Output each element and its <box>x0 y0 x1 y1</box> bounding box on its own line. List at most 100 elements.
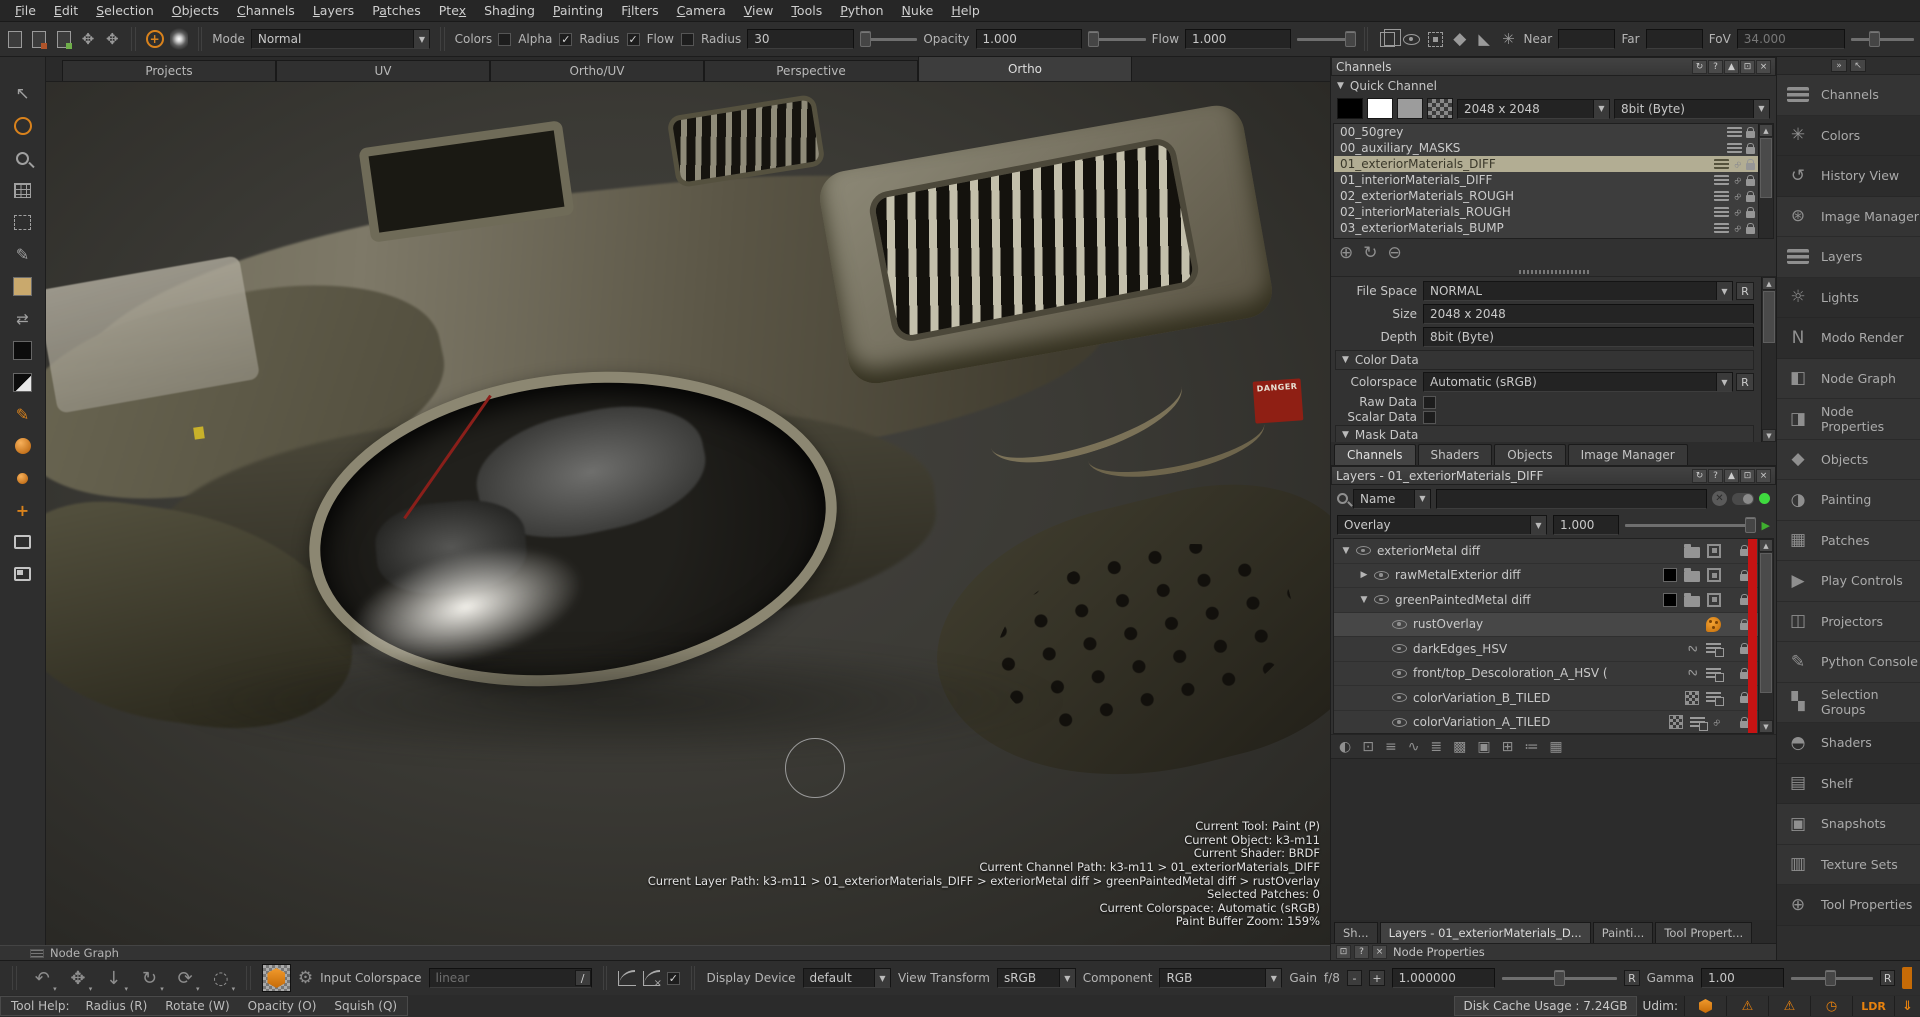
close-icon[interactable]: × <box>1372 945 1387 959</box>
black-swatch[interactable] <box>1337 98 1363 119</box>
layer-row[interactable]: front/top_Descoloration_A_HSV (∿ <box>1334 662 1773 687</box>
colorspace-picker-icon[interactable]: ∕ <box>575 970 591 986</box>
menu-view[interactable]: View <box>735 1 783 20</box>
fov-field[interactable]: 34.000 <box>1737 29 1845 49</box>
menu-channels[interactable]: Channels <box>228 1 304 20</box>
form-scrollbar[interactable]: ▲▼ <box>1761 277 1776 442</box>
background-color-swatch[interactable] <box>6 335 40 365</box>
scroll-thumb[interactable] <box>1760 138 1772 198</box>
gamma-reset-button[interactable]: R <box>1880 970 1895 986</box>
collapse-icon[interactable]: ▲ <box>1724 469 1739 483</box>
channel-row[interactable]: 02_interiorMaterials_ROUGH∞ <box>1334 204 1773 220</box>
sidebar-item-channels[interactable]: Channels <box>1777 75 1920 116</box>
gain-reset-button[interactable]: R <box>1624 970 1639 986</box>
scroll-down-icon[interactable]: ▼ <box>1759 720 1773 733</box>
sidebar-item-shelf[interactable]: ▤Shelf <box>1777 764 1920 805</box>
slider-thumb[interactable] <box>1088 31 1099 47</box>
input-colorspace-field[interactable]: linear∕ <box>429 968 592 988</box>
sidebar-item-patches[interactable]: ▦Patches <box>1777 521 1920 562</box>
quick-channel-size-dropdown[interactable]: 2048 x 2048▼ <box>1457 99 1610 119</box>
foreground-color-swatch[interactable] <box>6 271 40 301</box>
curve-lut-icon[interactable] <box>618 971 635 986</box>
channel-row[interactable]: 01_interiorMaterials_DIFF∞ <box>1334 172 1773 188</box>
checkbox-alpha-0[interactable] <box>498 33 511 46</box>
curve-disable-icon[interactable] <box>643 971 660 986</box>
lock-icon[interactable] <box>1746 163 1755 170</box>
view-tab-ortho-uv[interactable]: Ortho/UV <box>490 60 704 81</box>
pin-cursor-icon[interactable]: ↖ <box>1850 59 1866 72</box>
view-tab-uv[interactable]: UV <box>276 60 490 81</box>
slider-thumb[interactable] <box>860 31 871 47</box>
gamma-field[interactable]: 1.00 <box>1701 968 1784 988</box>
eye-icon[interactable] <box>1392 718 1407 727</box>
layer-list-scrollbar[interactable]: ▲▼ <box>1758 539 1773 733</box>
eye-icon[interactable] <box>1392 620 1407 629</box>
sync-channel-button[interactable]: ↻ <box>1363 243 1377 263</box>
layer-row[interactable]: ▼exteriorMetal diff <box>1334 539 1773 564</box>
menu-python[interactable]: Python <box>831 1 892 20</box>
sidebar-item-snapshots[interactable]: ▣Snapshots <box>1777 804 1920 845</box>
pan-view-button[interactable]: ✥ <box>64 965 93 991</box>
bottom-tab[interactable]: Tool Propert... <box>1655 922 1752 943</box>
cache-warning-icon[interactable]: ⚠ <box>1726 996 1768 1016</box>
expand-all-icon[interactable]: » <box>1831 59 1847 72</box>
remove-channel-button[interactable]: ⊖ <box>1388 243 1402 263</box>
warp-paint-button[interactable]: ✥ <box>103 26 121 52</box>
menu-tools[interactable]: Tools <box>782 1 831 20</box>
add-paint-tool[interactable] <box>6 495 40 525</box>
sidebar-item-selection-groups[interactable]: ▚Selection Groups <box>1777 683 1920 724</box>
transfer-icon[interactable]: ⊞ <box>1502 739 1514 755</box>
eye-icon[interactable] <box>1356 546 1371 555</box>
white-swatch[interactable] <box>1367 98 1393 119</box>
play-icon[interactable]: ▶ <box>1762 519 1770 532</box>
eye-icon[interactable] <box>1392 644 1407 653</box>
scroll-thumb[interactable] <box>1760 553 1772 693</box>
sidebar-item-modo-render[interactable]: NModo Render <box>1777 318 1920 359</box>
mode-dropdown[interactable]: Normal▼ <box>251 29 431 49</box>
spray-button[interactable]: ✳ <box>1499 26 1517 52</box>
expander-down-icon[interactable]: ▼ <box>1338 546 1354 556</box>
close-icon[interactable]: × <box>1756 469 1771 483</box>
panel-splitter[interactable] <box>1331 267 1776 276</box>
slider-thumb[interactable] <box>1869 31 1880 47</box>
eye-icon[interactable] <box>1392 693 1407 702</box>
channels-panel-header[interactable]: Channels ↻?▲⊡× <box>1331 57 1776 76</box>
import-button[interactable] <box>55 26 73 52</box>
grid-view-icon[interactable]: ▦ <box>1549 739 1562 755</box>
display-device-dropdown[interactable]: default▼ <box>803 968 891 988</box>
blur-tool[interactable] <box>6 431 40 461</box>
add-channel-button[interactable]: ⊕ <box>1339 243 1353 263</box>
eye-icon[interactable] <box>1374 595 1389 604</box>
help-icon[interactable]: ? <box>1354 945 1369 959</box>
refresh-icon[interactable]: ↻ <box>1692 60 1707 74</box>
checkbox-radius-3[interactable] <box>681 33 694 46</box>
blend-mode-dropdown[interactable]: Overlay▼ <box>1337 515 1547 535</box>
node-graph-collapsed-bar[interactable]: Node Graph <box>0 945 1330 960</box>
colorspace-dropdown[interactable]: Automatic (sRGB)▼ <box>1423 372 1733 392</box>
sidebar-item-python-console[interactable]: ✎Python Console <box>1777 642 1920 683</box>
clock-icon[interactable]: ◷ <box>1810 996 1852 1016</box>
lut-enable-checkbox[interactable]: ✓ <box>667 972 680 985</box>
scroll-thumb[interactable] <box>1763 291 1775 343</box>
scroll-up-icon[interactable]: ▲ <box>1759 539 1773 552</box>
orbit-view-button[interactable]: ⟳ <box>171 965 200 991</box>
layers-panel-header[interactable]: Layers - 01_exteriorMaterials_DIFF ↻?▲⊡× <box>1331 466 1776 485</box>
transform-tool[interactable] <box>6 111 40 141</box>
gradient-swatch[interactable] <box>6 367 40 397</box>
paint-brush-tool[interactable] <box>6 399 40 429</box>
list-view-icon[interactable]: ≔ <box>1524 739 1538 755</box>
expander-down-icon[interactable]: ▼ <box>1356 595 1372 605</box>
sidebar-item-history-view[interactable]: ↺History View <box>1777 156 1920 197</box>
layer-row[interactable]: ▶rawMetalExterior diff <box>1334 564 1773 589</box>
file-space-dropdown[interactable]: NORMAL▼ <box>1423 281 1733 301</box>
quick-channel-section[interactable]: ▼ Quick Channel <box>1331 76 1776 96</box>
paint-buffer-frame[interactable] <box>6 527 40 557</box>
transform-paint-button[interactable]: ✥ <box>79 26 97 52</box>
flat-mode-button[interactable]: ◣ <box>1475 26 1493 52</box>
close-icon[interactable]: × <box>1756 60 1771 74</box>
sidebar-item-objects[interactable]: ◆Objects <box>1777 440 1920 481</box>
file-space-reset-button[interactable]: R <box>1736 282 1754 300</box>
patch-select-button[interactable] <box>1426 26 1444 52</box>
flow-field[interactable]: 1.000 <box>1185 29 1291 49</box>
focus-view-button[interactable]: ◌ <box>206 965 235 991</box>
